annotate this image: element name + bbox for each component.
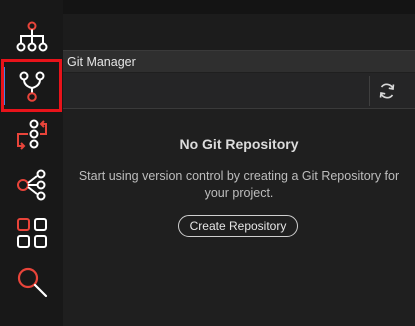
- create-repository-button[interactable]: Create Repository: [178, 215, 298, 237]
- toolbar-divider: [369, 76, 370, 106]
- empty-state-description-line-2: your project.: [204, 186, 274, 200]
- empty-state-description: Start using version control by creating …: [63, 168, 415, 202]
- activity-item-search[interactable]: [0, 257, 63, 307]
- panel-title: Git Manager: [67, 55, 136, 69]
- panel-toolbar: [63, 73, 415, 109]
- activity-item-flow[interactable]: [0, 110, 63, 160]
- panel-header: Git Manager: [63, 50, 415, 72]
- hierarchy-icon: [16, 21, 47, 52]
- refresh-button[interactable]: [375, 79, 399, 103]
- app-window: Git Manager No Git Repository Start usin…: [0, 0, 415, 326]
- grid-icon: [16, 218, 47, 248]
- search-icon: [17, 267, 47, 298]
- empty-state: No Git Repository Start using version co…: [63, 109, 415, 326]
- refresh-icon: [379, 83, 395, 99]
- activity-item-share[interactable]: [0, 159, 63, 209]
- flow-icon: [16, 119, 47, 150]
- empty-state-title: No Git Repository: [179, 136, 299, 152]
- empty-state-description-line-1: Start using version control by creating …: [78, 169, 400, 183]
- activity-item-git[interactable]: [0, 61, 63, 111]
- tab-bar: [63, 14, 415, 50]
- activity-item-hierarchy[interactable]: [0, 12, 63, 62]
- git-branch-icon: [19, 71, 44, 102]
- share-icon: [16, 169, 45, 201]
- activity-bar: [0, 0, 63, 326]
- activity-item-grid[interactable]: [0, 208, 63, 258]
